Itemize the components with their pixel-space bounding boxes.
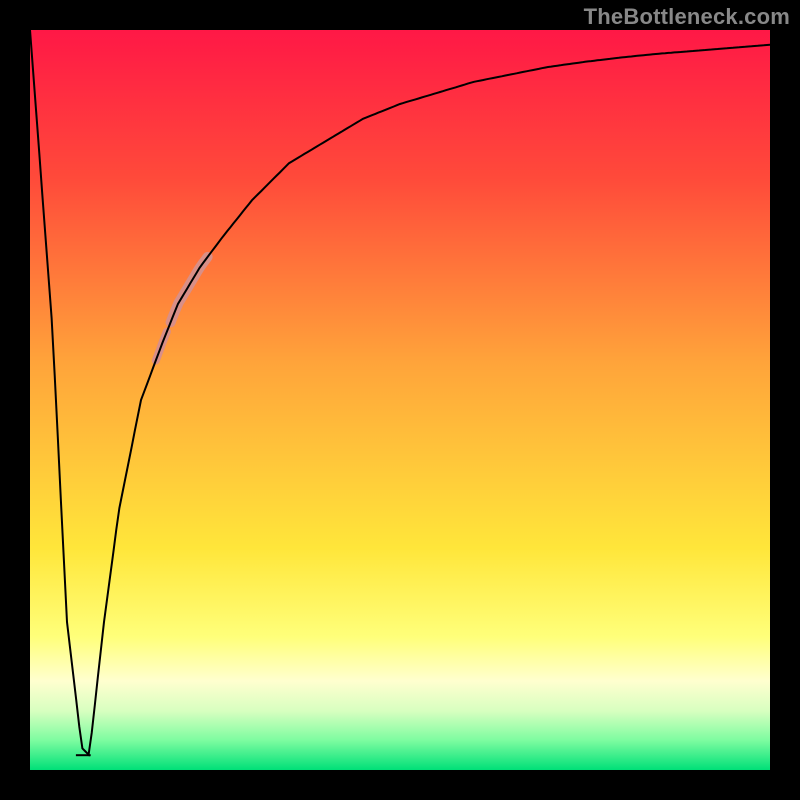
highlight-segment <box>171 257 208 322</box>
plot-frame <box>30 30 770 770</box>
watermark-text: TheBottleneck.com <box>584 4 790 30</box>
chart-container: TheBottleneck.com <box>0 0 800 800</box>
curve-layer <box>30 30 770 770</box>
bottleneck-curve <box>30 30 770 755</box>
